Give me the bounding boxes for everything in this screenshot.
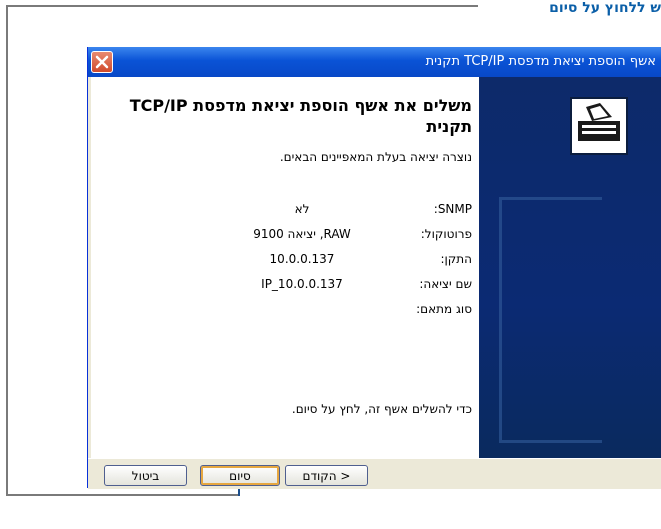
property-row-adapter-type: סוג מתאם: xyxy=(126,302,472,327)
window-title: אשף הוספת יציאת מדפסת TCP/IP תקנית xyxy=(425,54,656,69)
close-button[interactable] xyxy=(91,51,113,73)
wizard-subtitle: נוצרה יציאה בעלת המאפיינים הבאים. xyxy=(279,150,472,164)
wizard-window: אשף הוספת יציאת מדפסת TCP/IP תקנית משלים… xyxy=(87,47,661,489)
close-icon xyxy=(95,55,109,69)
property-row-port-name: שם יציאה: IP_10.0.0.137 xyxy=(126,277,472,302)
property-row-protocol: פרוטוקול: RAW, יציאה 9100 xyxy=(126,227,472,252)
cancel-button[interactable]: ביטול xyxy=(104,465,187,486)
property-row-device: התקן: 10.0.0.137 xyxy=(126,252,472,277)
button-bar: < הקודם סיום ביטול xyxy=(88,458,661,489)
property-value: 10.0.0.137 xyxy=(269,252,335,266)
back-button[interactable]: < הקודם xyxy=(285,465,368,486)
callout-line-left xyxy=(6,5,8,496)
callout-text: ש ללחוץ על סיום xyxy=(549,0,661,16)
callout-line-bottom xyxy=(6,494,240,496)
finish-hint: כדי להשלים אשף זה, לחץ על סיום. xyxy=(291,402,472,416)
property-value: לא xyxy=(294,202,310,216)
property-label: התקן: xyxy=(440,252,472,266)
port-properties: SNMP: לא פרוטוקול: RAW, יציאה 9100 התקן:… xyxy=(126,202,472,327)
printer-illustration xyxy=(499,197,602,443)
wizard-heading: משלים את אשף הוספת יציאת מדפסת TCP/IP תק… xyxy=(129,96,472,136)
property-label: SNMP: xyxy=(433,202,472,216)
property-row-snmp: SNMP: לא xyxy=(126,202,472,227)
property-label: פרוטוקול: xyxy=(420,227,472,241)
wizard-side-panel xyxy=(479,77,661,458)
callout-line-top xyxy=(6,5,478,7)
property-value: IP_10.0.0.137 xyxy=(261,277,343,291)
window-titlebar: אשף הוספת יציאת מדפסת TCP/IP תקנית xyxy=(88,47,661,77)
property-label: סוג מתאם: xyxy=(416,302,472,316)
property-value: RAW, יציאה 9100 xyxy=(253,227,351,241)
finish-button[interactable]: סיום xyxy=(200,465,280,486)
wizard-content: משלים את אשף הוספת יציאת מדפסת TCP/IP תק… xyxy=(91,77,661,458)
printer-wizard-icon xyxy=(570,97,628,155)
property-label: שם יציאה: xyxy=(419,277,472,291)
